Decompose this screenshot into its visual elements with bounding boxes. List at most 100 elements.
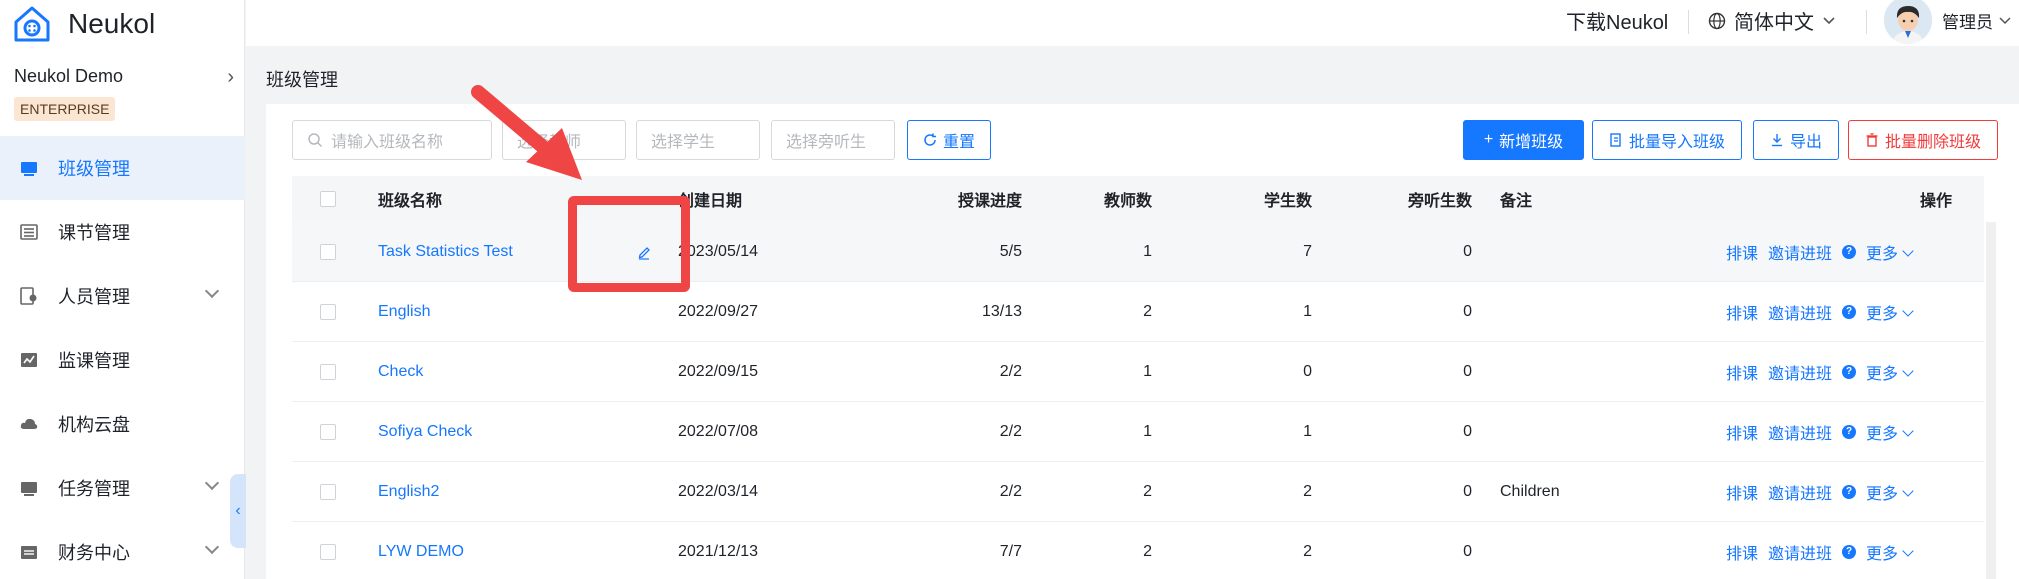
plus-icon: + (1483, 131, 1494, 148)
row-checkbox[interactable] (320, 483, 336, 500)
more-dropdown[interactable]: 更多 (1866, 360, 1914, 384)
auditor-count: 0 (1463, 542, 1472, 560)
class-name-link[interactable]: English (378, 282, 430, 341)
annotation-highlight-box (568, 196, 690, 292)
sidebar-item-people-management[interactable]: 人员管理 (0, 264, 245, 328)
batch-delete-label: 批量删除班级 (1884, 134, 1981, 151)
class-name-link[interactable]: Check (378, 342, 423, 401)
more-dropdown[interactable]: 更多 (1866, 420, 1914, 444)
export-button[interactable]: 导出 (1753, 120, 1839, 160)
more-dropdown[interactable]: 更多 (1866, 480, 1914, 504)
table-row[interactable]: LYW DEMO 2021/12/13 7/7 2 2 0 排课 邀请进班? 更多 (292, 522, 1984, 579)
batch-import-button[interactable]: 批量导入班级 (1592, 120, 1742, 160)
trash-icon (1866, 133, 1878, 147)
class-name-link[interactable]: Sofiya Check (378, 402, 472, 461)
sidebar-item-label: 财务中心 (58, 543, 130, 563)
help-icon[interactable]: ? (1842, 244, 1857, 259)
cloud-icon (20, 418, 38, 429)
invite-link[interactable]: 邀请进班 (1768, 480, 1832, 504)
help-icon[interactable]: ? (1842, 544, 1857, 559)
row-checkbox[interactable] (320, 423, 336, 440)
teacher-count: 2 (1143, 302, 1152, 320)
table-row[interactable]: Sofiya Check 2022/07/08 2/2 1 1 0 排课 邀请进班? 更多 (292, 402, 1984, 462)
more-dropdown[interactable]: 更多 (1866, 300, 1914, 324)
task-icon (21, 482, 37, 496)
batch-delete-button[interactable]: 批量删除班级 (1848, 120, 1998, 160)
row-checkbox[interactable] (320, 303, 336, 320)
teacher-count: 2 (1143, 482, 1152, 500)
help-icon[interactable]: ? (1842, 304, 1857, 319)
schedule-link[interactable]: 排课 (1726, 300, 1758, 324)
chevron-down-icon (204, 475, 220, 491)
sidebar-item-task-management[interactable]: 任务管理 (0, 456, 245, 520)
row-checkbox[interactable] (320, 543, 336, 560)
language-selector[interactable]: 简体中文 (1708, 6, 1836, 35)
schedule-link[interactable]: 排课 (1726, 540, 1758, 564)
add-class-label: 新增班级 (1499, 134, 1564, 151)
chevron-down-icon (1902, 424, 1914, 437)
row-checkbox-cell[interactable] (320, 282, 336, 341)
class-name-link[interactable]: English2 (378, 462, 439, 521)
class-name-link[interactable]: LYW DEMO (378, 522, 464, 579)
schedule-link[interactable]: 排课 (1726, 360, 1758, 384)
more-dropdown[interactable]: 更多 (1866, 540, 1914, 564)
more-label: 更多 (1866, 305, 1899, 323)
row-checkbox-cell[interactable] (320, 402, 336, 461)
sidebar-item-lesson-management[interactable]: 课节管理 (0, 200, 245, 264)
student-select[interactable]: 选择学生 (636, 120, 760, 160)
export-label: 导出 (1789, 134, 1822, 151)
sidebar-item-label: 监课管理 (58, 351, 130, 371)
add-class-button[interactable]: + 新增班级 (1463, 120, 1584, 160)
row-checkbox[interactable] (320, 243, 336, 260)
auditor-select[interactable]: 选择旁听生 (771, 120, 895, 160)
class-name-search-input[interactable]: 请输入班级名称 (292, 120, 492, 160)
row-checkbox-cell[interactable] (320, 522, 336, 579)
schedule-link[interactable]: 排课 (1726, 480, 1758, 504)
table-row[interactable]: English 2022/09/27 13/13 2 1 0 排课 邀请进班? 更多 (292, 282, 1984, 342)
sidebar-item-class-management[interactable]: 班级管理 (0, 136, 245, 200)
table-row[interactable]: Check 2022/09/15 2/2 1 0 0 排课 邀请进班? 更多 (292, 342, 1984, 402)
row-checkbox-cell[interactable] (320, 222, 336, 281)
row-checkbox[interactable] (320, 363, 336, 380)
progress-value: 2/2 (999, 362, 1022, 380)
table-scrollbar[interactable] (1986, 222, 1996, 579)
class-name-link[interactable]: Task Statistics Test (378, 222, 513, 281)
chevron-down-icon (204, 539, 220, 555)
help-icon[interactable]: ? (1842, 484, 1857, 499)
sidebar-collapse-toggle[interactable]: ‹ (230, 474, 246, 548)
invite-link[interactable]: 邀请进班 (1768, 360, 1832, 384)
teacher-select[interactable]: 选择教师 (502, 120, 626, 160)
user-menu[interactable]: 管理员 (1942, 8, 2011, 33)
brand[interactable]: Neukol (10, 0, 155, 48)
help-icon[interactable]: ? (1842, 364, 1857, 379)
col-header-auditors: 旁听生数 (1407, 193, 1472, 210)
schedule-link[interactable]: 排课 (1726, 240, 1758, 264)
invite-link[interactable]: 邀请进班 (1768, 300, 1832, 324)
chevron-right-icon: › (227, 66, 234, 88)
table-row[interactable]: English2 2022/03/14 2/2 2 2 0 Children 排课 邀请进班? 更… (292, 462, 1984, 522)
schedule-link[interactable]: 排课 (1726, 420, 1758, 444)
select-all-checkbox-cell[interactable] (320, 176, 336, 222)
col-header-progress: 授课进度 (957, 193, 1022, 210)
sidebar-item-monitor-management[interactable]: 监课管理 (0, 328, 245, 392)
select-all-checkbox[interactable] (320, 191, 336, 207)
sidebar-item-cloud-drive[interactable]: 机构云盘 (0, 392, 245, 456)
org-switcher[interactable]: Neukol Demo › ENTERPRISE (14, 66, 234, 121)
row-checkbox-cell[interactable] (320, 462, 336, 521)
table-row[interactable]: Task Statistics Test 2023/05/14 5/5 1 7 0 排课 邀请… (292, 222, 1984, 282)
more-dropdown[interactable]: 更多 (1866, 240, 1914, 264)
download-app-link[interactable]: 下载Neukol (1566, 6, 1668, 35)
help-icon[interactable]: ? (1842, 424, 1857, 439)
invite-link[interactable]: 邀请进班 (1768, 420, 1832, 444)
invite-link[interactable]: 邀请进班 (1768, 540, 1832, 564)
reset-button[interactable]: 重置 (907, 120, 991, 160)
plan-badge: ENTERPRISE (14, 97, 116, 121)
invite-link[interactable]: 邀请进班 (1768, 240, 1832, 264)
user-avatar-icon (1884, 0, 1932, 44)
sidebar-item-label: 人员管理 (58, 287, 130, 307)
sidebar-item-finance-center[interactable]: 财务中心 (0, 520, 245, 579)
class-list-card: 请输入班级名称 选择教师 选择学生 选择旁听生 重置 + 新增班级 批量导入班级… (266, 104, 2019, 579)
progress-value: 2/2 (999, 482, 1022, 500)
avatar[interactable] (1884, 0, 1932, 44)
row-checkbox-cell[interactable] (320, 342, 336, 401)
